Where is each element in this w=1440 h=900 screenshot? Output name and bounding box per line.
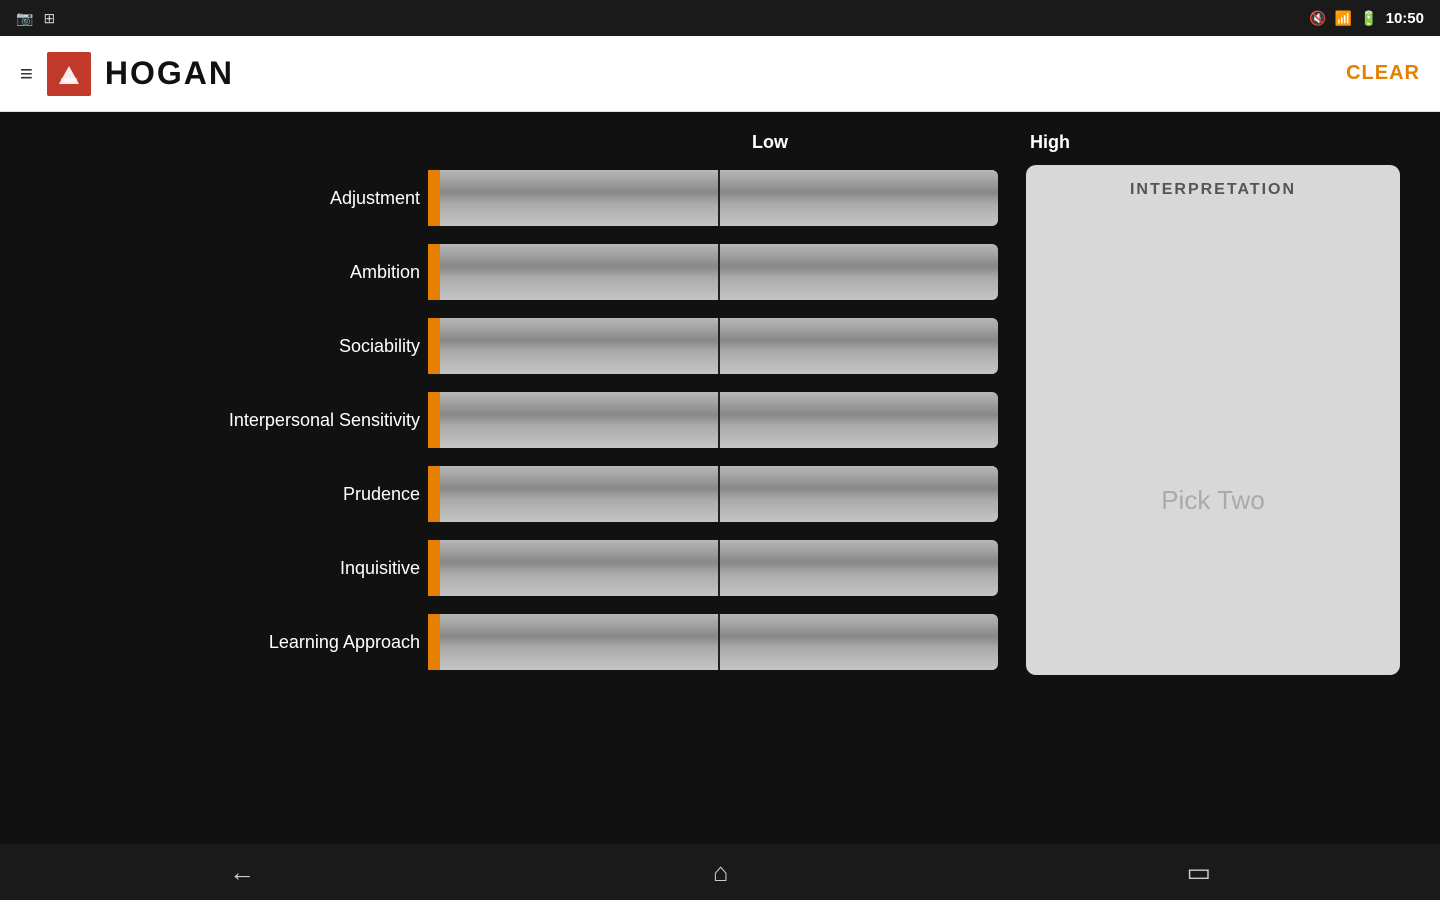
bar-high-inquisitive[interactable] bbox=[720, 540, 998, 596]
bar-low-inquisitive[interactable] bbox=[440, 540, 720, 596]
bar-low-sociability[interactable] bbox=[440, 318, 720, 374]
high-column-header: High bbox=[910, 132, 1190, 153]
interpretation-panel: INTERPRETATION Pick Two bbox=[1026, 165, 1400, 675]
recent-button[interactable]: ▭ bbox=[1162, 851, 1235, 894]
clear-button[interactable]: CLEAR bbox=[1346, 62, 1420, 85]
hamburger-menu[interactable]: ≡ bbox=[20, 61, 33, 87]
bar-high-interpersonal-sensitivity[interactable] bbox=[720, 392, 998, 448]
trait-label-text-interpersonal-sensitivity: Interpersonal Sensitivity bbox=[229, 410, 420, 431]
bar-wrapper-sociability[interactable] bbox=[428, 318, 998, 374]
bar-high-adjustment[interactable] bbox=[720, 170, 998, 226]
trait-label-text-sociability: Sociability bbox=[339, 336, 420, 357]
bar-row-learning-approach[interactable] bbox=[428, 609, 998, 675]
bar-row-interpersonal-sensitivity[interactable] bbox=[428, 387, 998, 453]
bar-indicator-inquisitive bbox=[428, 540, 440, 596]
bar-indicator-interpersonal-sensitivity bbox=[428, 392, 440, 448]
trait-label-sociability[interactable]: Sociability bbox=[40, 313, 420, 379]
bar-row-ambition[interactable] bbox=[428, 239, 998, 305]
brand-name: HOGAN bbox=[105, 55, 234, 92]
bar-indicator-prudence bbox=[428, 466, 440, 522]
bar-indicator-adjustment bbox=[428, 170, 440, 226]
photo-icon: 📷 bbox=[16, 10, 33, 27]
wifi-icon: 📶 bbox=[1335, 10, 1352, 27]
bar-low-interpersonal-sensitivity[interactable] bbox=[440, 392, 720, 448]
bar-low-adjustment[interactable] bbox=[440, 170, 720, 226]
trait-label-text-ambition: Ambition bbox=[350, 262, 420, 283]
bar-wrapper-ambition[interactable] bbox=[428, 244, 998, 300]
bar-high-sociability[interactable] bbox=[720, 318, 998, 374]
bar-low-prudence[interactable] bbox=[440, 466, 720, 522]
logo-box bbox=[47, 52, 91, 96]
bar-row-inquisitive[interactable] bbox=[428, 535, 998, 601]
hogan-logo-icon bbox=[55, 60, 83, 88]
traits-column: Adjustment Ambition Sociability Interperson… bbox=[40, 165, 420, 675]
bar-indicator-ambition bbox=[428, 244, 440, 300]
bar-indicator-sociability bbox=[428, 318, 440, 374]
bar-low-learning-approach[interactable] bbox=[440, 614, 720, 670]
bar-wrapper-prudence[interactable] bbox=[428, 466, 998, 522]
bar-row-adjustment[interactable] bbox=[428, 165, 998, 231]
bar-high-ambition[interactable] bbox=[720, 244, 998, 300]
trait-label-prudence[interactable]: Prudence bbox=[40, 461, 420, 527]
bar-high-learning-approach[interactable] bbox=[720, 614, 998, 670]
bar-row-prudence[interactable] bbox=[428, 461, 998, 527]
home-button[interactable]: ⌂ bbox=[689, 851, 753, 894]
bar-low-ambition[interactable] bbox=[440, 244, 720, 300]
trait-label-learning-approach[interactable]: Learning Approach bbox=[40, 609, 420, 675]
bars-column bbox=[428, 165, 998, 675]
trait-label-ambition[interactable]: Ambition bbox=[40, 239, 420, 305]
status-time: 10:50 bbox=[1386, 10, 1424, 27]
trait-label-text-prudence: Prudence bbox=[343, 484, 420, 505]
bar-row-sociability[interactable] bbox=[428, 313, 998, 379]
interpretation-title: INTERPRETATION bbox=[1130, 181, 1296, 199]
bar-wrapper-interpersonal-sensitivity[interactable] bbox=[428, 392, 998, 448]
bar-indicator-learning-approach bbox=[428, 614, 440, 670]
rows-container: Adjustment Ambition Sociability Interperson… bbox=[40, 165, 1400, 675]
main-content: Low High Adjustment Ambition Sociability In… bbox=[0, 112, 1440, 844]
trait-label-text-inquisitive: Inquisitive bbox=[340, 558, 420, 579]
status-bar: 📷 ⊞ 🔇 📶 🔋 10:50 bbox=[0, 0, 1440, 36]
nav-bar: ← ⌂ ▭ bbox=[0, 844, 1440, 900]
header: ≡ HOGAN CLEAR bbox=[0, 36, 1440, 112]
column-headers: Low High bbox=[40, 132, 1400, 153]
bar-wrapper-inquisitive[interactable] bbox=[428, 540, 998, 596]
trait-label-text-adjustment: Adjustment bbox=[330, 188, 420, 209]
bar-high-prudence[interactable] bbox=[720, 466, 998, 522]
trait-label-interpersonal-sensitivity[interactable]: Interpersonal Sensitivity bbox=[40, 387, 420, 453]
low-column-header: Low bbox=[630, 132, 910, 153]
trait-label-adjustment[interactable]: Adjustment bbox=[40, 165, 420, 231]
pick-two-label: Pick Two bbox=[1161, 485, 1265, 516]
back-button[interactable]: ← bbox=[205, 851, 279, 894]
battery-icon: 🔋 bbox=[1360, 10, 1377, 27]
bar-wrapper-adjustment[interactable] bbox=[428, 170, 998, 226]
grid-icon: ⊞ bbox=[43, 10, 55, 27]
mute-icon: 🔇 bbox=[1309, 10, 1326, 27]
bar-wrapper-learning-approach[interactable] bbox=[428, 614, 998, 670]
trait-label-inquisitive[interactable]: Inquisitive bbox=[40, 535, 420, 601]
trait-label-text-learning-approach: Learning Approach bbox=[269, 632, 420, 653]
